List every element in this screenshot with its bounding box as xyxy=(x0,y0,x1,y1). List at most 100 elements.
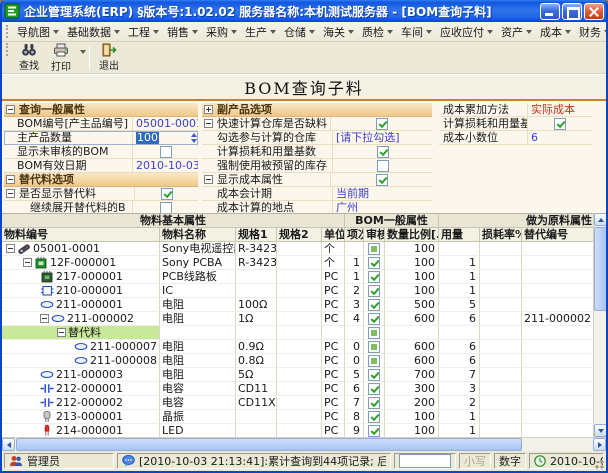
qty-input[interactable]: 100 xyxy=(132,131,198,144)
menu-item[interactable]: 资产 xyxy=(497,23,536,41)
collapse-icon[interactable] xyxy=(6,189,15,198)
col-code[interactable]: 物料编号 xyxy=(2,228,160,241)
collapse-icon[interactable] xyxy=(6,105,15,114)
table-row[interactable]: 212-000002电容CD11XPC72002 xyxy=(2,396,593,410)
menu-item[interactable]: 仓储 xyxy=(280,23,319,41)
bom-no-value[interactable]: 05001-0001 xyxy=(132,117,198,130)
menu-item[interactable]: 基础数据 xyxy=(63,23,124,41)
form-row-date[interactable]: BOM有效日期 2010-10-03 xyxy=(4,159,198,173)
menu-item[interactable]: 应收应付 xyxy=(436,23,497,41)
vertical-scrollbar[interactable] xyxy=(593,213,606,437)
col-usage[interactable]: 用量 xyxy=(439,228,480,241)
audit-checkbox[interactable] xyxy=(368,383,380,395)
unaudited-checkbox[interactable] xyxy=(160,146,172,158)
table-row[interactable]: 替代料 xyxy=(2,326,593,340)
audit-checkbox[interactable] xyxy=(368,299,380,311)
form-row-loss-base[interactable]: 计算损耗和用量基数 xyxy=(202,145,432,159)
audit-checkbox[interactable] xyxy=(368,341,380,353)
scroll-down-icon[interactable] xyxy=(594,424,607,437)
table-row[interactable]: 217-000001PCB线路板PC11001 xyxy=(2,270,593,284)
col-qty[interactable]: 数量比例[... xyxy=(385,228,439,241)
audit-checkbox[interactable] xyxy=(368,369,380,381)
menu-item[interactable]: 车间 xyxy=(397,23,436,41)
horizontal-scrollbar[interactable] xyxy=(2,437,606,451)
form-row-warehouse-select[interactable]: 勾选参与计算的仓库 [请下拉勾选] xyxy=(202,131,432,145)
maximize-button[interactable] xyxy=(562,3,582,20)
audit-checkbox[interactable] xyxy=(368,271,380,283)
table-row[interactable]: 211-000002电阻1ΩPC46006211-000002 xyxy=(2,312,593,326)
collapse-icon[interactable] xyxy=(6,244,15,253)
scroll-left-icon[interactable] xyxy=(2,438,15,451)
audit-checkbox[interactable] xyxy=(368,257,380,269)
menu-item[interactable]: 财务 xyxy=(575,23,608,41)
form-row-reserved[interactable]: 强制使用被预留的库存 xyxy=(202,159,432,173)
table-row[interactable]: 211-000008电阻0.8ΩPC06006 xyxy=(2,354,593,368)
audit-checkbox[interactable] xyxy=(368,355,380,367)
toolbar-grip[interactable] xyxy=(6,25,9,38)
audit-checkbox[interactable] xyxy=(368,425,380,437)
col-sub[interactable]: 替代编号 xyxy=(522,228,593,241)
group-header-substitute[interactable]: 替代料选项 xyxy=(4,173,198,187)
menu-item[interactable]: 工程 xyxy=(124,23,163,41)
toolbar-grip[interactable] xyxy=(6,43,9,56)
scroll-right-icon[interactable] xyxy=(593,438,606,451)
group-header-general[interactable]: 查询一般属性 xyxy=(4,103,198,117)
col-unit[interactable]: 单位 xyxy=(322,228,345,241)
find-button[interactable]: 查找 xyxy=(13,43,45,72)
audit-checkbox[interactable] xyxy=(368,327,380,339)
audit-checkbox[interactable] xyxy=(368,397,380,409)
expand-icon[interactable] xyxy=(204,105,213,114)
form-row-cost-method[interactable]: 成本累加方法 实际成本 xyxy=(439,103,592,117)
cost-props-checkbox[interactable] xyxy=(376,174,388,186)
menu-item[interactable]: 成本 xyxy=(536,23,575,41)
expand-substitute-checkbox[interactable] xyxy=(160,202,172,214)
qty-value[interactable]: 100 xyxy=(136,131,159,144)
print-dropdown-icon[interactable] xyxy=(80,50,86,54)
audit-checkbox[interactable] xyxy=(368,411,380,423)
form-row-method-loss[interactable]: 计算损耗和用量基数 xyxy=(439,117,592,131)
qty-spinner[interactable] xyxy=(191,133,197,143)
vertical-scroll-thumb[interactable] xyxy=(594,227,607,311)
table-row[interactable]: 210-000001ICPC21001 xyxy=(2,284,593,298)
minimize-button[interactable] xyxy=(540,3,560,20)
table-row[interactable]: 211-000001电阻100ΩPC35005 xyxy=(2,298,593,312)
table-row[interactable]: 12F-000001Sony PCBAR-3423个11001 xyxy=(2,256,593,270)
audit-checkbox[interactable] xyxy=(368,313,380,325)
audit-checkbox[interactable] xyxy=(368,243,380,255)
form-row-bom-no[interactable]: BOM编号[产主品编号] 05001-0001 xyxy=(4,117,198,131)
cost-method-value[interactable]: 实际成本 xyxy=(527,103,592,116)
table-row[interactable]: 05001-0001Sony电视遥控器 (/R-3423个100 xyxy=(2,242,593,256)
col-spec1[interactable]: 规格1 xyxy=(236,228,277,241)
warehouse-select[interactable]: [请下拉勾选] xyxy=(332,131,432,144)
reserved-stock-checkbox[interactable] xyxy=(377,160,389,172)
close-button[interactable] xyxy=(584,3,604,20)
table-row[interactable]: 214-000001LEDPC91001 xyxy=(2,424,593,437)
loss-base-checkbox[interactable] xyxy=(377,146,389,158)
menu-item[interactable]: 质检 xyxy=(358,23,397,41)
audit-checkbox[interactable] xyxy=(368,285,380,297)
collapse-icon[interactable] xyxy=(6,175,15,184)
collapse-icon[interactable] xyxy=(23,258,32,267)
form-row-decimals[interactable]: 成本小数位 6 xyxy=(439,131,592,145)
collapse-icon[interactable] xyxy=(204,119,213,128)
cost-period-value[interactable]: 当前期 xyxy=(332,187,432,200)
collapse-icon[interactable] xyxy=(57,328,66,337)
table-row[interactable]: 212-000001电容CD11PC63003 xyxy=(2,382,593,396)
table-row[interactable]: 213-000001晶振PC81001 xyxy=(2,410,593,424)
col-audit[interactable]: 审核 xyxy=(364,228,385,241)
menu-item[interactable]: 导航图 xyxy=(13,23,63,41)
col-item[interactable]: 项次 xyxy=(345,228,364,241)
show-substitute-checkbox[interactable] xyxy=(161,188,173,200)
group-header-byproduct[interactable]: 副产品选项 xyxy=(202,103,432,117)
col-spec2[interactable]: 规格2 xyxy=(277,228,322,241)
collapse-icon[interactable] xyxy=(204,175,213,184)
decimals-value[interactable]: 6 xyxy=(527,131,592,144)
form-row-unaudited[interactable]: 显示未审核的BOM xyxy=(4,145,198,159)
print-button[interactable]: 打印 xyxy=(45,42,77,74)
form-row-qty[interactable]: 主产品数量 100 xyxy=(4,131,198,145)
form-row-show-sub[interactable]: 是否显示替代料 xyxy=(4,187,198,201)
exit-button[interactable]: 退出 xyxy=(93,43,125,72)
quick-calc-checkbox[interactable] xyxy=(376,118,388,130)
form-row-quick-calc[interactable]: 快速计算仓库是否缺料 xyxy=(202,117,432,131)
col-name[interactable]: 物料名称 xyxy=(160,228,236,241)
